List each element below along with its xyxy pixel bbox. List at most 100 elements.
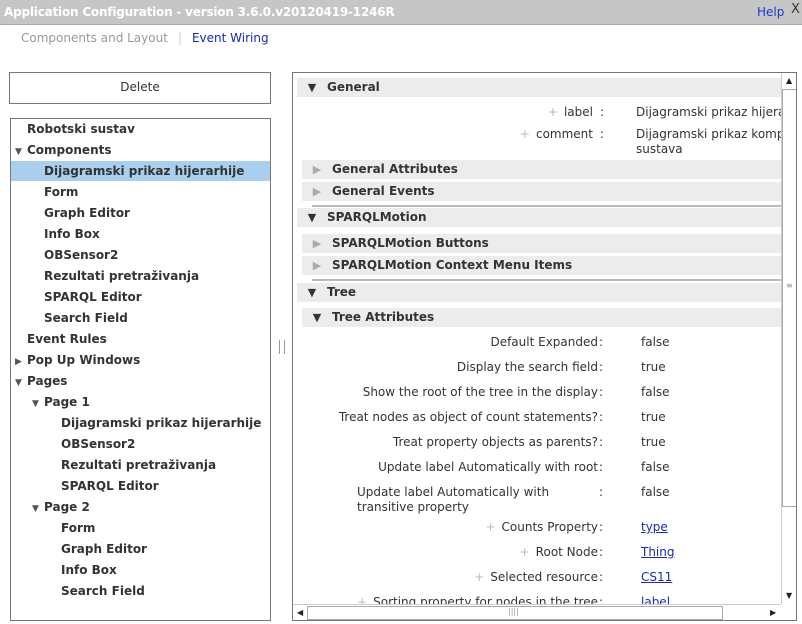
property-label-text: Counts Property xyxy=(501,520,598,534)
component-tree: Robotski sustav ▼ Components Dijagramski pr… xyxy=(10,118,271,621)
tree-item-label: Rezultati pretraživanja xyxy=(44,269,200,283)
delete-button[interactable]: Delete xyxy=(9,72,271,104)
section-general[interactable]: ▼ General xyxy=(297,78,781,97)
tree-item[interactable]: ▼ Components xyxy=(11,140,270,160)
tree-item[interactable]: ▼ Page 1 xyxy=(11,392,270,412)
property-value-link[interactable]: type xyxy=(641,520,668,534)
expanded-arrow-icon[interactable]: ▼ xyxy=(32,394,44,414)
vertical-scrollbar[interactable]: ▲ ≡ ▼ xyxy=(781,73,796,604)
property-label: Display the search field xyxy=(457,360,598,375)
tab-components-and-layout[interactable]: Components and Layout xyxy=(21,31,168,45)
property-value: false xyxy=(641,460,670,474)
property-label-text: Selected resource xyxy=(490,570,598,584)
section-title: SPARQLMotion Context Menu Items xyxy=(332,258,573,272)
section-title: General Attributes xyxy=(332,162,458,176)
collapsed-arrow-icon: ▶ xyxy=(312,163,322,176)
collapsed-arrow-icon[interactable]: ▶ xyxy=(15,352,27,372)
colon: : xyxy=(600,127,605,141)
tree-item[interactable]: Info Box xyxy=(11,224,270,244)
scroll-left-icon[interactable]: ◀ xyxy=(297,608,303,617)
help-link[interactable]: Help xyxy=(757,5,784,19)
section-sparqlmotion-buttons[interactable]: ▶ SPARQLMotion Buttons xyxy=(302,234,781,253)
expanded-arrow-icon: ▼ xyxy=(307,211,317,224)
scroll-down-icon[interactable]: ▼ xyxy=(786,591,792,600)
horizontal-scrollbar[interactable]: ◀ |||| ▶ xyxy=(293,604,781,620)
plus-icon[interactable]: + xyxy=(485,520,495,534)
tree-item[interactable]: Rezultati pretraživanja xyxy=(11,266,270,286)
property-label-text: Treat nodes as object of count statement… xyxy=(338,410,598,424)
section-tree[interactable]: ▼ Tree xyxy=(297,283,781,302)
property-label: Treat nodes as object of count statement… xyxy=(339,410,598,425)
plus-icon[interactable]: + xyxy=(474,570,484,584)
colon: : xyxy=(599,335,604,349)
tree-item[interactable]: Rezultati pretraživanja xyxy=(11,455,270,475)
property-value: false xyxy=(641,485,670,499)
tree-item-label: Dijagramski prikaz hijerarhije xyxy=(61,416,262,430)
comment-line-2: sustava xyxy=(636,142,683,156)
section-general-attributes[interactable]: ▶ General Attributes xyxy=(302,160,781,179)
tree-item[interactable]: Search Field xyxy=(11,581,270,601)
divider xyxy=(312,205,781,207)
tree-item[interactable]: SPARQL Editor xyxy=(11,476,270,496)
property-label: Update label Automatically with root xyxy=(378,460,598,475)
expanded-arrow-icon[interactable]: ▼ xyxy=(32,499,44,519)
property-row: Update label Automatically with transiti… xyxy=(293,485,783,514)
expanded-arrow-icon: ▼ xyxy=(312,311,322,324)
tree-item[interactable]: Event Rules xyxy=(11,329,270,349)
tree-item-label: Rezultati pretraživanja xyxy=(61,458,217,472)
expanded-arrow-icon[interactable]: ▼ xyxy=(15,142,27,162)
expanded-arrow-icon[interactable]: ▼ xyxy=(15,373,27,393)
colon: : xyxy=(599,360,604,374)
splitter-handle[interactable] xyxy=(279,340,285,354)
tree-item[interactable]: ▼ Page 2 xyxy=(11,497,270,517)
property-value-link[interactable]: Thing xyxy=(641,545,675,559)
tree-item[interactable]: Dijagramski prikaz hijerarhije xyxy=(11,161,270,181)
tree-item[interactable]: Dijagramski prikaz hijerarhije xyxy=(11,413,270,433)
colon: : xyxy=(599,435,604,449)
property-row: + Counts Property: type xyxy=(293,520,783,540)
tree-item[interactable]: Graph Editor xyxy=(11,539,270,559)
tree-item-label: Form xyxy=(44,185,79,199)
property-row-comment: + comment : Dijagramski prikaz komponenti… xyxy=(293,127,796,156)
close-icon[interactable]: X xyxy=(791,2,800,17)
tree-item[interactable]: SPARQL Editor xyxy=(11,287,270,307)
colon: : xyxy=(599,385,604,399)
plus-icon[interactable]: + xyxy=(520,127,530,141)
tree-item[interactable]: Graph Editor xyxy=(11,203,270,223)
tree-item[interactable]: OBSensor2 xyxy=(11,245,270,265)
property-row: + Selected resource: CS11 xyxy=(293,570,783,590)
property-value-link[interactable]: CS11 xyxy=(641,570,672,584)
section-title: Tree xyxy=(327,285,357,299)
property-row: + Root Node: Thing xyxy=(293,545,783,565)
tree-item[interactable]: Info Box xyxy=(11,560,270,580)
tree-item-label: Event Rules xyxy=(27,332,107,346)
plus-icon[interactable]: + xyxy=(520,545,530,559)
scroll-up-icon[interactable]: ▲ xyxy=(786,76,792,85)
property-label: Show the root of the tree in the display xyxy=(363,385,598,400)
tab-event-wiring[interactable]: Event Wiring xyxy=(192,31,269,45)
tree-item[interactable]: ▶ Pop Up Windows xyxy=(11,350,270,370)
tree-item[interactable]: Form xyxy=(11,518,270,538)
colon: : xyxy=(599,460,604,474)
plus-icon[interactable]: + xyxy=(548,105,558,119)
scroll-right-icon[interactable]: ▶ xyxy=(770,608,776,617)
vertical-scroll-thumb[interactable] xyxy=(782,89,796,507)
section-sparqlmotion-context-menu-items[interactable]: ▶ SPARQLMotion Context Menu Items xyxy=(302,256,781,275)
section-general-events[interactable]: ▶ General Events xyxy=(302,182,781,201)
section-title: SPARQLMotion Buttons xyxy=(332,236,489,250)
tree-item[interactable]: Robotski sustav xyxy=(11,119,270,139)
tree-item[interactable]: Form xyxy=(11,182,270,202)
window-title: Application Configuration - version 3.6.… xyxy=(4,5,395,19)
tree-item[interactable]: ▼ Pages xyxy=(11,371,270,391)
properties-panel: ▼ General + label : Dijagramski prikaz hij… xyxy=(292,72,797,621)
tree-item-label: OBSensor2 xyxy=(44,248,119,262)
colon: : xyxy=(599,545,604,559)
section-title: SPARQLMotion xyxy=(327,210,427,224)
section-tree-attributes[interactable]: ▼ Tree Attributes xyxy=(302,308,781,327)
property-label: Update label Automatically with transiti… xyxy=(357,485,607,515)
tree-item-label: Dijagramski prikaz hijerarhije xyxy=(44,164,245,178)
tree-item[interactable]: Search Field xyxy=(11,308,270,328)
label-value: Dijagramski prikaz hijerarhije xyxy=(636,105,797,119)
section-sparqlmotion[interactable]: ▼ SPARQLMotion xyxy=(297,208,781,227)
tree-item[interactable]: OBSensor2 xyxy=(11,434,270,454)
